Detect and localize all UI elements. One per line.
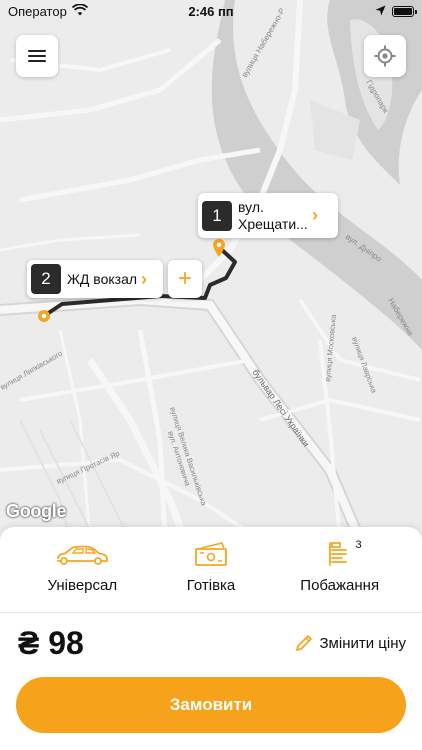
google-logo: Google	[6, 501, 67, 521]
battery-icon	[392, 5, 417, 17]
carrier-name: Оператор	[8, 3, 67, 19]
status-right	[375, 4, 417, 19]
map-view[interactable]: вулиця Набережно-Р Гідропарк вул. Дніпро…	[0, 0, 422, 540]
price-value: ₴ 98	[18, 624, 84, 661]
price-row: ₴ 98 Змінити ціну	[0, 613, 422, 673]
change-price-button[interactable]: Змінити ціну	[294, 633, 407, 653]
street-label: вулиця Московська	[323, 313, 338, 382]
order-panel: Універсал Готівка 3 Побажання ₴ 98 Зміни…	[0, 527, 422, 750]
option-label: Готівка	[186, 577, 236, 594]
wishes-count-badge: 3	[355, 539, 362, 551]
chevron-right-icon: ›	[312, 205, 318, 225]
option-label: Побажання	[300, 577, 380, 594]
status-left: Оператор	[8, 3, 88, 19]
cash-icon	[194, 535, 228, 567]
end-marker-icon	[38, 310, 50, 322]
car-icon	[55, 535, 109, 567]
my-location-button[interactable]	[364, 35, 406, 77]
route-point-number: 2	[31, 264, 61, 294]
start-marker-icon	[213, 239, 225, 257]
route-point-number: 1	[202, 200, 232, 231]
menu-button[interactable]	[16, 35, 58, 77]
option-payment[interactable]: Готівка	[147, 535, 276, 612]
option-label: Універсал	[47, 577, 118, 594]
order-button[interactable]: Замовити	[16, 677, 406, 733]
option-car-class[interactable]: Універсал	[18, 535, 147, 612]
route-point-1[interactable]: 1 вул. Хрещати... ›	[198, 193, 338, 238]
route-point-label: вул. Хрещати...	[238, 198, 308, 232]
pencil-icon	[295, 635, 312, 651]
location-arrow-icon	[375, 4, 386, 19]
wifi-icon	[71, 3, 88, 19]
wishes-icon: 3	[328, 535, 362, 567]
option-wishes[interactable]: 3 Побажання	[275, 535, 404, 612]
street-label: вулиця Липківського	[0, 349, 64, 392]
status-bar: Оператор 2:46 пп	[0, 0, 422, 22]
chevron-right-icon: ›	[141, 268, 148, 289]
route-point-label: ЖД вокзал	[67, 270, 138, 287]
route-point-2[interactable]: 2 ЖД вокзал ›	[27, 260, 163, 298]
add-stop-button[interactable]: +	[168, 260, 202, 298]
order-options: Універсал Готівка 3 Побажання	[0, 527, 422, 613]
change-price-label: Змінити ціну	[319, 634, 407, 652]
hamburger-icon	[28, 47, 46, 65]
crosshair-icon	[374, 45, 396, 67]
